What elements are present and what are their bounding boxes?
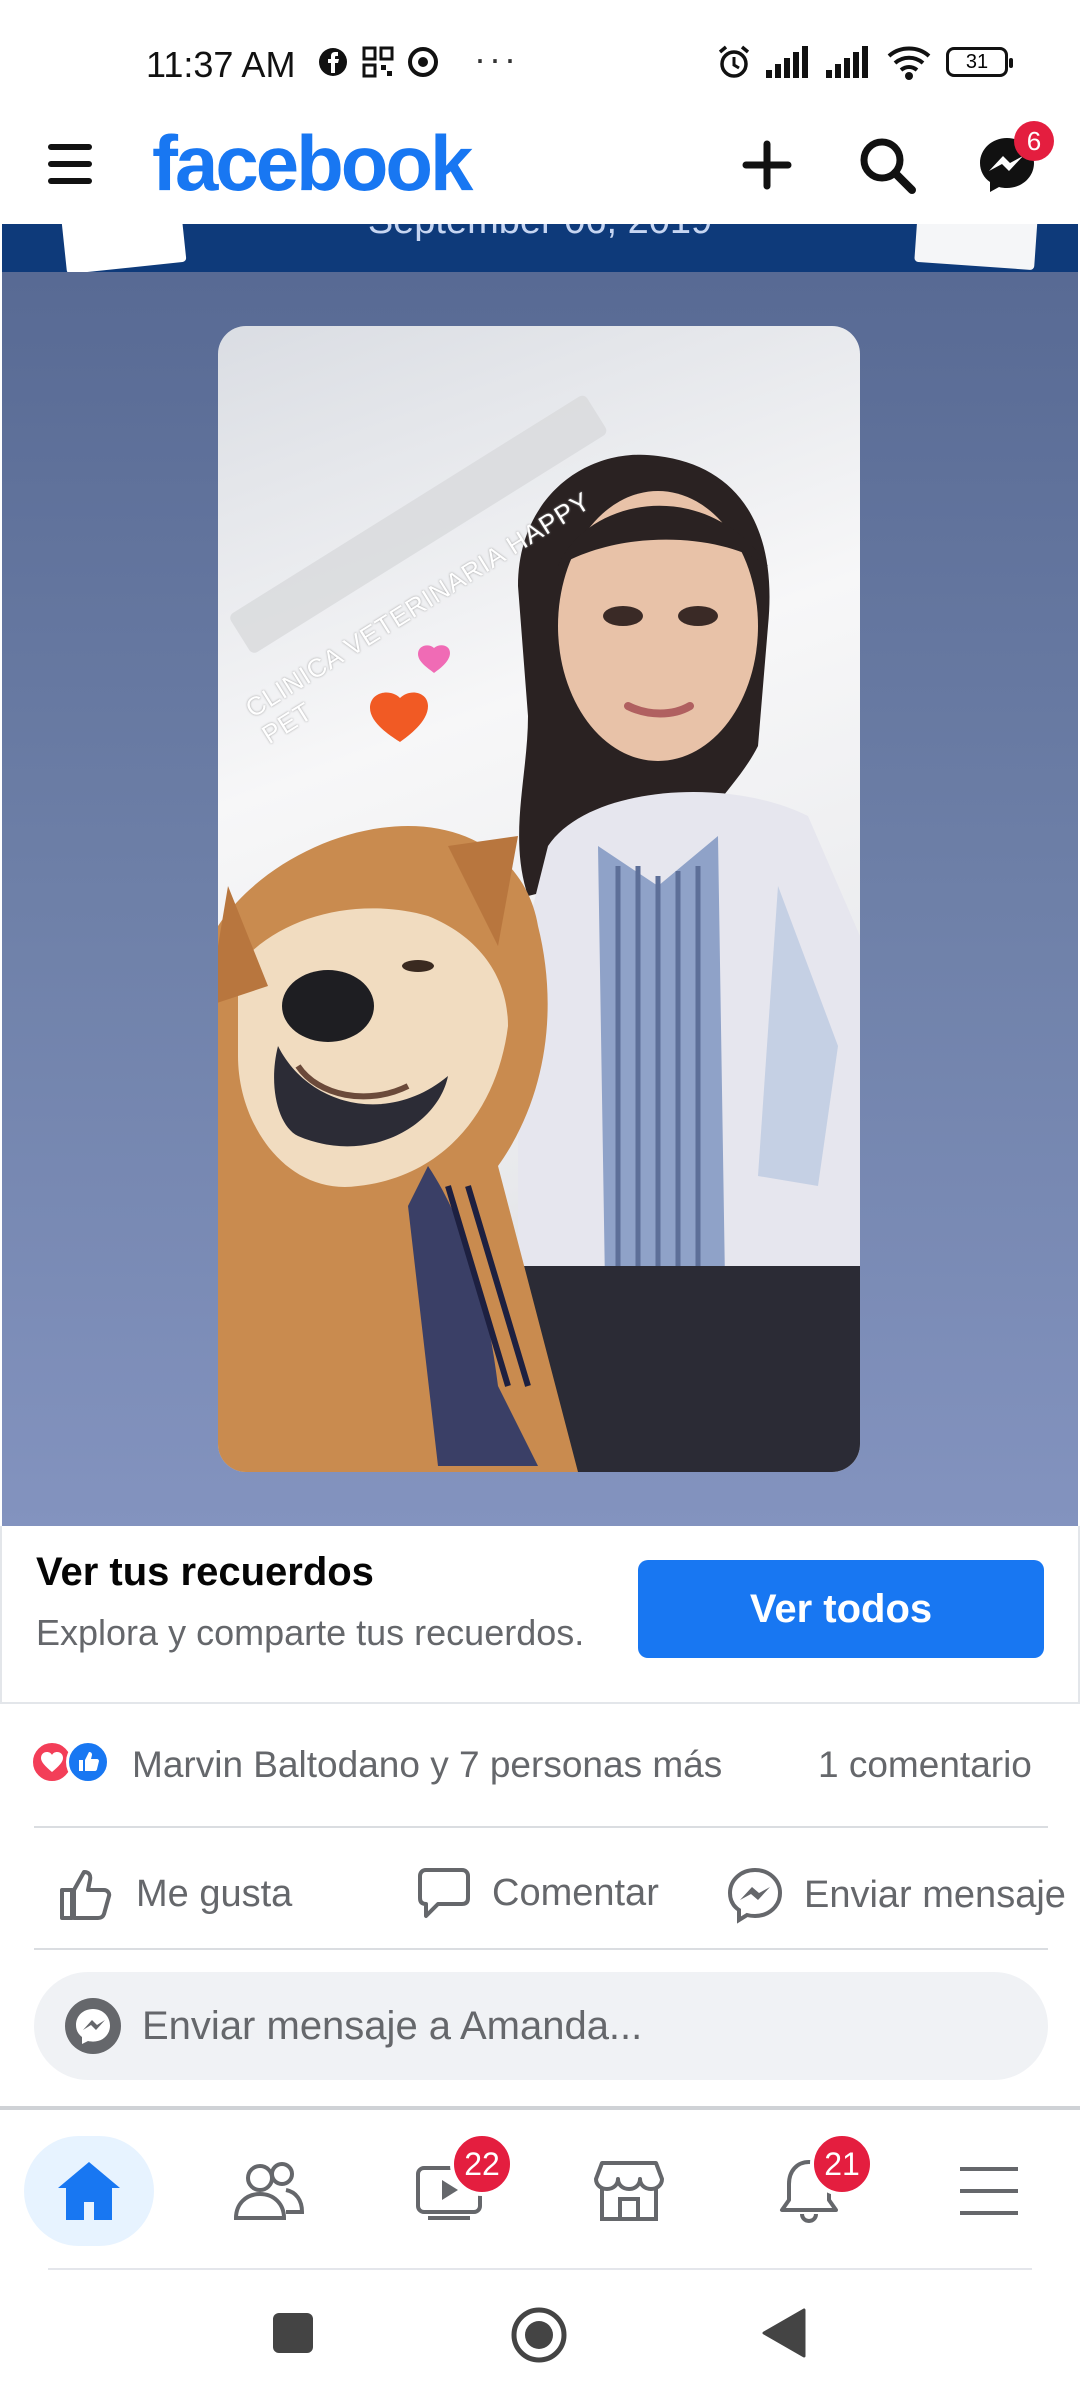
facebook-logo[interactable]: facebook <box>152 118 473 209</box>
search-button[interactable] <box>852 130 922 200</box>
home-system-button[interactable] <box>510 2306 568 2369</box>
memory-banner: September 06, 2019 <box>2 224 1078 272</box>
qr-notification-icon <box>362 46 394 78</box>
like-label: Me gusta <box>136 1872 293 1915</box>
messenger-badge: 6 <box>1014 121 1054 161</box>
memory-photo[interactable]: CLINICA VETERINARIA HAPPY PET <box>218 326 860 1472</box>
memory-title: Ver tus recuerdos <box>36 1550 374 1594</box>
divider <box>34 1826 1048 1828</box>
comment-count[interactable]: 1 comentario <box>818 1744 1032 1786</box>
status-system-icons: 31 <box>716 44 1013 80</box>
photo-illustration <box>218 395 860 1472</box>
search-icon <box>860 138 916 194</box>
like-button[interactable]: Me gusta <box>58 1866 292 1922</box>
notifications-badge: 21 <box>810 2132 874 2196</box>
nav-tab-menu[interactable] <box>924 2136 1054 2246</box>
reaction-icons[interactable] <box>30 1740 110 1784</box>
home-icon <box>58 2162 120 2220</box>
send-message-label: Enviar mensaje <box>804 1873 1066 1916</box>
nav-tab-home[interactable] <box>24 2136 154 2246</box>
square-icon <box>273 2313 313 2353</box>
send-message-button[interactable]: Enviar mensaje <box>726 1866 1066 1924</box>
back-triangle-icon <box>762 2308 806 2358</box>
circle-icon <box>511 2307 567 2363</box>
friends-icon <box>233 2162 305 2220</box>
chrome-notification-icon <box>408 47 438 77</box>
hamburger-line <box>48 161 92 167</box>
status-notification-icons <box>318 46 438 78</box>
facebook-notification-icon <box>319 48 347 76</box>
thumbs-up-icon <box>60 1870 112 1920</box>
menu-button[interactable] <box>48 142 92 186</box>
comment-icon <box>418 1868 470 1918</box>
nav-tab-notifications[interactable]: 21 <box>744 2132 874 2246</box>
battery-icon: 31 <box>946 47 1013 77</box>
bottom-nav-divider <box>48 2268 1032 2270</box>
messenger-outline-icon <box>727 1867 783 1924</box>
nav-tab-watch[interactable]: 22 <box>384 2132 514 2246</box>
decorative-card-left <box>61 224 187 272</box>
bottom-nav-separator <box>0 2106 1080 2110</box>
signal-icon-2 <box>826 46 868 78</box>
messenger-icon <box>65 1998 121 2054</box>
comment-button[interactable]: Comentar <box>416 1866 659 1920</box>
decorative-card-right <box>914 224 1038 271</box>
status-time: 11:37 AM <box>146 44 296 85</box>
more-notifications-icon: ··· <box>474 38 519 79</box>
watch-badge: 22 <box>450 2132 514 2196</box>
marketplace-icon <box>594 2161 664 2221</box>
plus-icon <box>742 140 792 190</box>
battery-level: 31 <box>965 50 989 73</box>
wifi-icon <box>887 46 931 80</box>
alarm-icon <box>718 45 750 78</box>
hamburger-line <box>48 144 92 150</box>
like-reaction-icon <box>66 1740 110 1784</box>
create-button[interactable] <box>732 130 802 200</box>
comment-label: Comentar <box>492 1871 659 1914</box>
nav-tab-marketplace[interactable] <box>564 2136 694 2246</box>
divider <box>34 1948 1048 1950</box>
message-input[interactable]: Enviar mensaje a Amanda... <box>34 1972 1048 2080</box>
recent-apps-button[interactable] <box>272 2312 314 2359</box>
menu-icon <box>960 2167 1018 2215</box>
hamburger-line <box>48 178 92 184</box>
signal-icon-1 <box>766 46 808 78</box>
nav-tab-friends[interactable] <box>204 2136 334 2246</box>
see-all-button[interactable]: Ver todos <box>638 1560 1044 1658</box>
message-placeholder: Enviar mensaje a Amanda... <box>142 2003 643 2048</box>
memory-subtitle: Explora y comparte tus recuerdos. <box>36 1612 585 1653</box>
back-button[interactable] <box>762 2308 806 2363</box>
reactions-summary[interactable]: Marvin Baltodano y 7 personas más <box>132 1744 722 1786</box>
